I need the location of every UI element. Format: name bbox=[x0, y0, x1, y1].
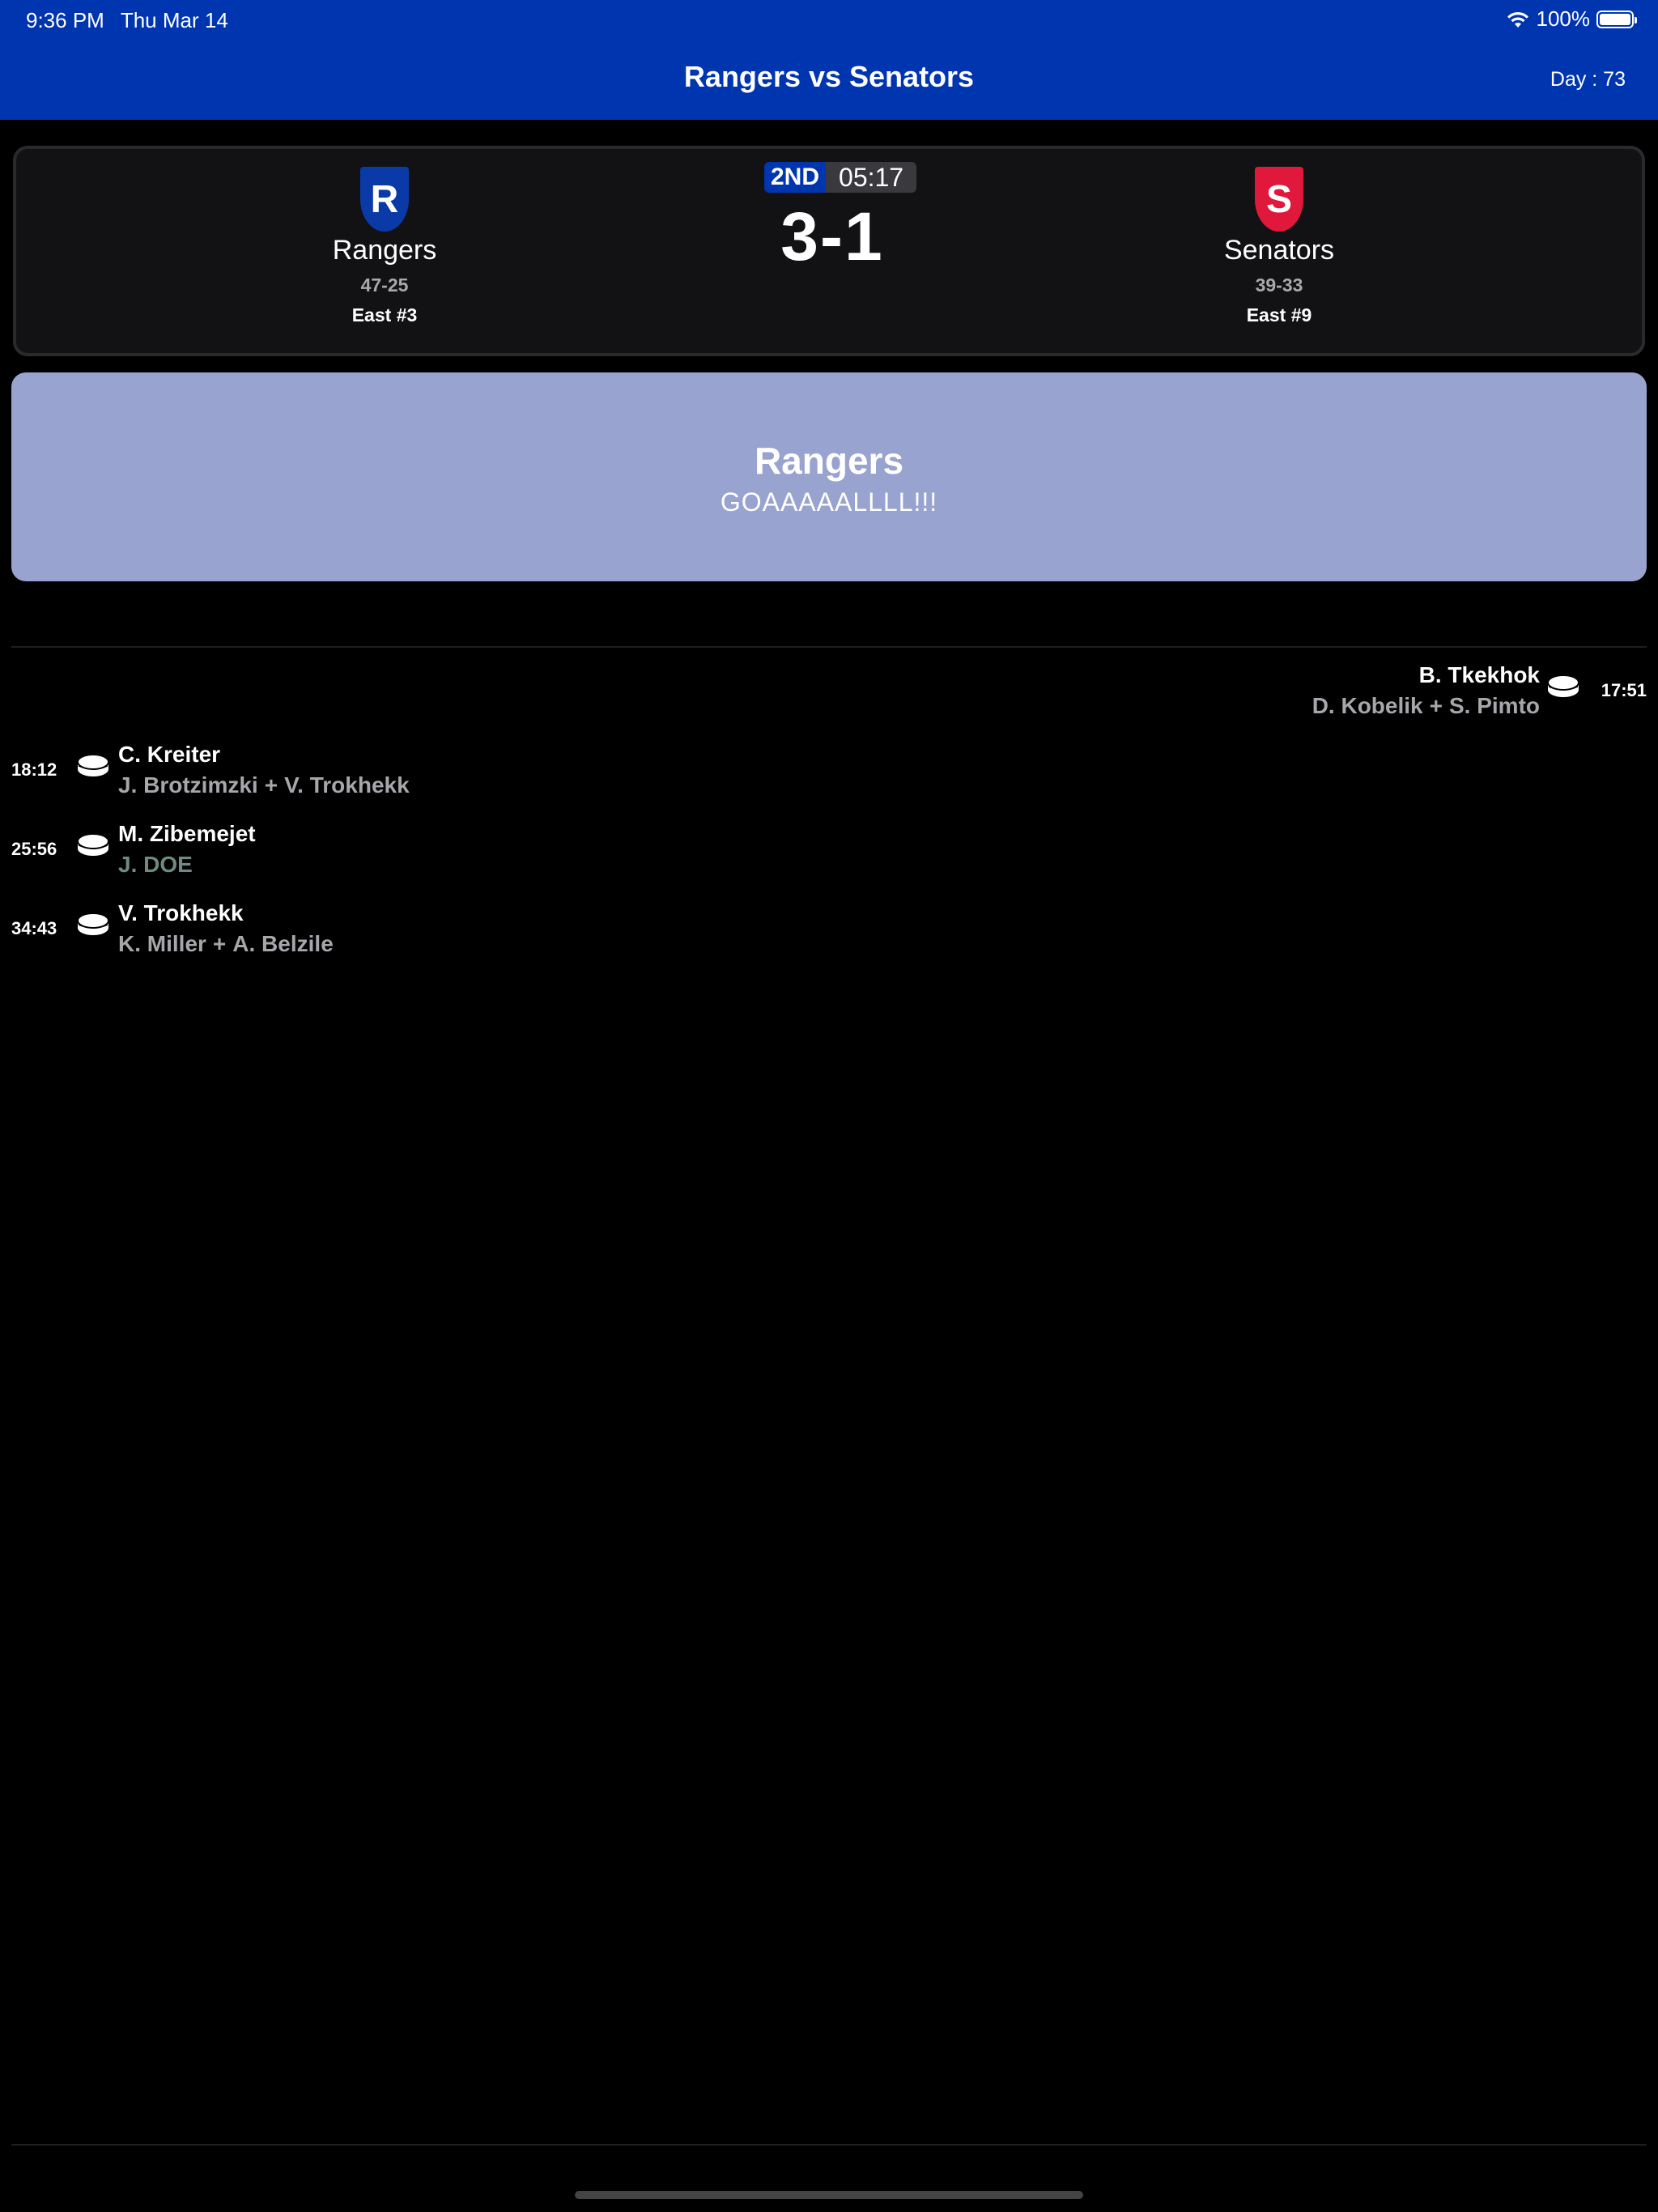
goal-event[interactable]: 18:12 C. Kreiter J. Brotzimzki + V. Trokhe… bbox=[11, 742, 740, 806]
goal-time: 17:51 bbox=[1601, 680, 1647, 700]
goal-time: 34:43 bbox=[11, 918, 57, 938]
status-time: 9:36 PM bbox=[26, 8, 104, 32]
header-bar: 9:36 PM Thu Mar 14 100% Rangers vs Senato… bbox=[0, 0, 1658, 120]
puck-icon bbox=[77, 754, 109, 776]
goal-assists: K. Miller + A. Belzile bbox=[118, 931, 334, 956]
battery-icon bbox=[1596, 10, 1637, 28]
goal-event[interactable]: 34:43 V. Trokhekk K. Miller + A. Belzile bbox=[11, 900, 740, 965]
goal-assists: D. Kobelik + S. Pimto bbox=[1312, 693, 1540, 718]
goal-banner-text: GOAAAAALLLL!!! bbox=[720, 487, 938, 517]
puck-icon bbox=[77, 833, 109, 856]
status-date: Thu Mar 14 bbox=[120, 8, 228, 32]
goal-scorer: V. Trokhekk bbox=[118, 900, 244, 925]
goal-assists: J. Brotzimzki + V. Trokhekk bbox=[118, 772, 410, 798]
goal-scorer: C. Kreiter bbox=[118, 742, 221, 767]
away-team-logo-icon: S bbox=[1255, 167, 1303, 232]
goal-time: 25:56 bbox=[11, 839, 57, 859]
day-counter: Day : 73 bbox=[1550, 68, 1626, 91]
wifi-icon bbox=[1507, 11, 1528, 28]
away-team[interactable]: S Senators 39-33 East #9 bbox=[1158, 167, 1401, 326]
goal-scorer: B. Tkekhok bbox=[1418, 662, 1540, 687]
home-team-rank: East #3 bbox=[351, 304, 418, 325]
status-bar-left: 9:36 PM Thu Mar 14 bbox=[26, 8, 228, 33]
page-title: Rangers vs Senators bbox=[683, 60, 975, 93]
home-team-record: 47-25 bbox=[360, 274, 409, 296]
goal-scorer: M. Zibemejet bbox=[118, 821, 256, 846]
divider bbox=[11, 646, 1647, 648]
puck-icon bbox=[1547, 674, 1579, 697]
scoreboard-card[interactable]: R Rangers 47-25 East #3 2ND 05:17 3-1 S … bbox=[13, 146, 1645, 356]
goal-banner: Rangers GOAAAAALLLL!!! bbox=[11, 372, 1647, 581]
period-label: 2ND bbox=[764, 162, 827, 193]
battery-percent: 100% bbox=[1536, 6, 1591, 31]
game-clock-badge: 2ND 05:17 bbox=[764, 162, 917, 193]
goal-assists: J. DOE bbox=[118, 852, 193, 877]
puck-icon bbox=[77, 912, 109, 935]
bottom-divider bbox=[11, 2144, 1647, 2146]
goal-time: 18:12 bbox=[11, 759, 57, 780]
goal-event[interactable]: B. Tkekhok D. Kobelik + S. Pimto 17:51 bbox=[918, 662, 1647, 727]
status-bar-right: 100% bbox=[1506, 6, 1637, 32]
goal-banner-team: Rangers bbox=[754, 440, 904, 482]
goal-event[interactable]: 25:56 M. Zibemejet J. DOE bbox=[11, 821, 740, 886]
away-team-record: 39-33 bbox=[1255, 274, 1303, 296]
away-team-name: Senators bbox=[1223, 235, 1335, 266]
game-score: 3-1 bbox=[780, 198, 884, 274]
game-clock: 05:17 bbox=[826, 162, 917, 193]
home-indicator[interactable] bbox=[575, 2191, 1083, 2199]
away-team-rank: East #9 bbox=[1246, 304, 1312, 325]
